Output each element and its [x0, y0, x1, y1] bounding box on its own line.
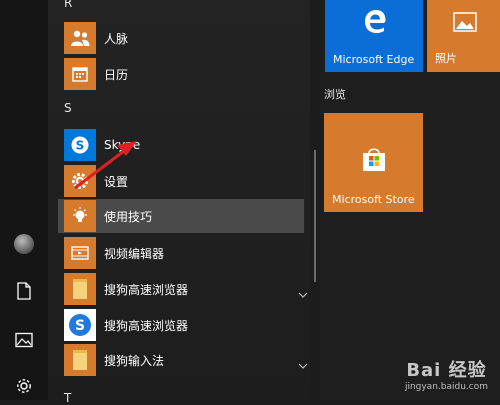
app-item-calendar[interactable]: 日历 — [58, 57, 314, 91]
photos-icon — [453, 12, 477, 32]
tile-photos[interactable]: 照片 — [427, 0, 500, 72]
documents-button[interactable] — [10, 277, 38, 305]
folder-icon — [64, 344, 96, 376]
tile-microsoft-edge[interactable]: Microsoft Edge — [325, 0, 423, 72]
tile-label: Microsoft Edge — [333, 53, 415, 66]
gear-icon — [64, 165, 96, 197]
document-icon — [17, 282, 31, 300]
skype-icon: S — [64, 129, 96, 161]
group-letter-r[interactable]: R — [64, 0, 72, 10]
tile-group-label[interactable]: 浏览 — [324, 86, 346, 102]
app-label: 使用技巧 — [104, 209, 153, 224]
lightbulb-icon — [64, 200, 96, 232]
folder-icon — [64, 273, 96, 305]
watermark-logo-text: Bai 经验 — [406, 360, 487, 381]
app-label: 日历 — [104, 67, 129, 82]
app-label: 搜狗高速浏览器 — [104, 318, 189, 333]
baidu-watermark: Bai 经验 jingyan.baidu.com — [405, 356, 488, 392]
app-item-settings[interactable]: 设置 — [58, 164, 314, 198]
app-item-video-editor[interactable]: 视频编辑器 — [58, 236, 314, 270]
app-list: R 人脉 日历 S S Skype 设置 使用技巧 视频编辑器 搜狗高速浏览器 … — [48, 0, 310, 405]
app-label: 设置 — [104, 174, 129, 189]
chevron-down-icon[interactable] — [298, 283, 308, 302]
group-letter-t[interactable]: T — [64, 391, 71, 405]
group-letter-s[interactable]: S — [64, 101, 72, 115]
gear-icon — [17, 379, 31, 393]
chevron-down-icon[interactable] — [298, 354, 308, 373]
app-item-sogou-browser[interactable]: S 搜狗高速浏览器 — [58, 308, 314, 342]
app-label: 搜狗输入法 — [104, 353, 165, 368]
app-list-scrollbar[interactable] — [314, 150, 316, 282]
tile-microsoft-store[interactable]: Microsoft Store — [324, 113, 423, 212]
svg-text:S: S — [76, 139, 85, 153]
start-left-rail — [0, 0, 48, 400]
app-label: 视频编辑器 — [104, 246, 165, 261]
tile-label: 照片 — [435, 52, 457, 65]
app-label: 人脉 — [104, 31, 129, 46]
tiles-area: Microsoft Edge 照片 浏览 Microsoft Store — [320, 0, 500, 400]
avatar — [14, 234, 34, 254]
calendar-icon — [64, 58, 96, 90]
settings-rail-button[interactable] — [10, 372, 38, 400]
app-label: 搜狗高速浏览器 — [104, 282, 189, 297]
app-item-people[interactable]: 人脉 — [58, 21, 314, 55]
video-icon — [64, 237, 96, 269]
watermark-url: jingyan.baidu.com — [404, 382, 488, 392]
edge-icon — [365, 10, 386, 33]
picture-icon — [15, 332, 33, 348]
svg-text:S: S — [75, 318, 85, 334]
app-item-tips[interactable]: 使用技巧 — [58, 199, 304, 233]
pictures-button[interactable] — [10, 326, 38, 354]
sogou-icon: S — [64, 309, 96, 341]
user-avatar-button[interactable] — [10, 230, 38, 258]
people-icon — [64, 22, 96, 54]
app-item-sogou-browser-folder[interactable]: 搜狗高速浏览器 — [58, 272, 314, 306]
app-item-sogou-input-folder[interactable]: 搜狗输入法 — [58, 343, 314, 377]
store-icon — [363, 148, 385, 171]
app-label: Skype — [104, 138, 141, 152]
app-item-skype[interactable]: S Skype — [58, 128, 314, 162]
tile-label: Microsoft Store — [332, 193, 415, 206]
